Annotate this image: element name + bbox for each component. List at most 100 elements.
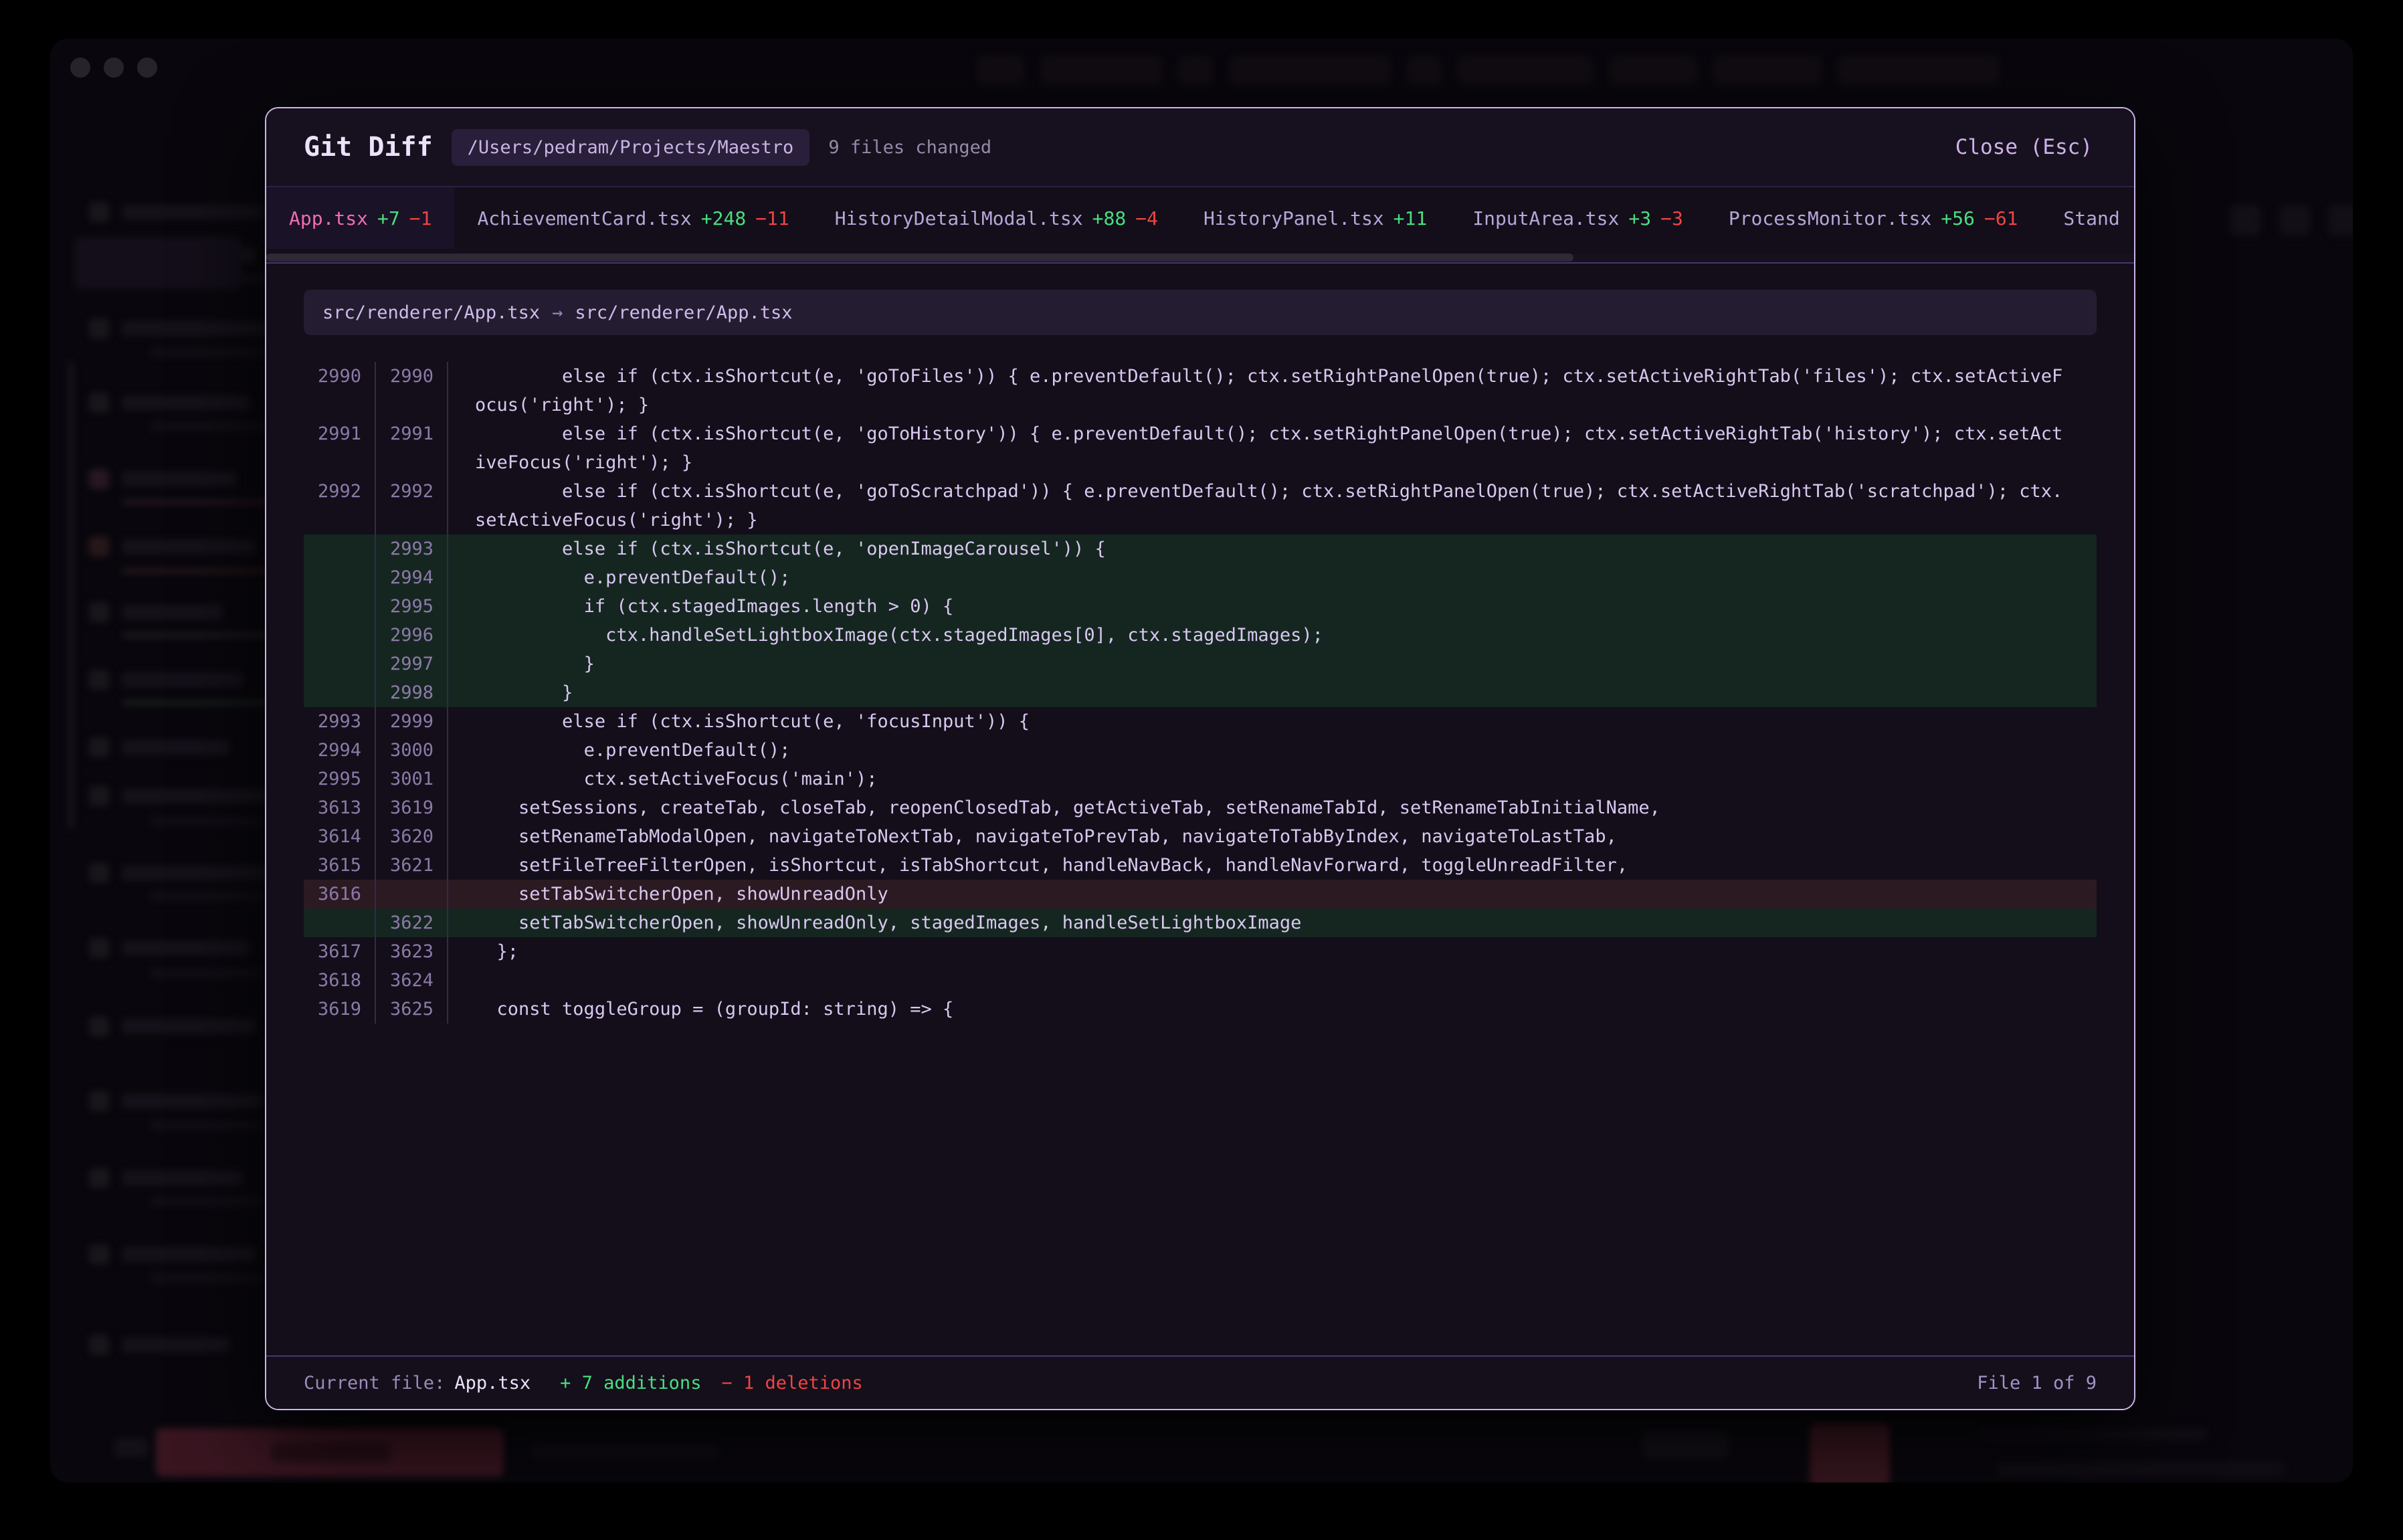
tab-deletions: −1 [409, 207, 432, 229]
old-line-number: 3614 [304, 822, 376, 851]
code-text: setTabSwitcherOpen, showUnreadOnly, stag… [448, 908, 2097, 937]
old-line-number [304, 678, 376, 707]
file-path-to: src/renderer/App.tsx [575, 302, 792, 323]
diff-line: 29902990 else if (ctx.isShortcut(e, 'goT… [304, 362, 2097, 419]
code-text: ctx.setActiveFocus('main'); [448, 765, 2097, 793]
code-text: e.preventDefault(); [448, 563, 2097, 592]
diff-line: 29932999 else if (ctx.isShortcut(e, 'foc… [304, 707, 2097, 736]
old-line-number: 3616 [304, 880, 376, 908]
file-path-header: src/renderer/App.tsx → src/renderer/App.… [304, 290, 2097, 335]
modal-header: Git Diff /Users/pedram/Projects/Maestro … [266, 108, 2134, 187]
diff-file-tab[interactable]: ProcessMonitor.tsx +56 −61 [1706, 187, 2041, 249]
code-text: }; [448, 937, 2097, 966]
tab-file-name: HistoryPanel.tsx [1204, 207, 1384, 229]
current-file-label: Current file: [304, 1373, 445, 1393]
file-tabs-bar: App.tsx+7−1AchievementCard.tsx+248−11His… [266, 187, 2134, 264]
diff-file-tab[interactable]: HistoryDetailModal.tsx+88−4 [812, 187, 1181, 249]
old-line-number [304, 621, 376, 650]
diff-line: 29943000 e.preventDefault(); [304, 736, 2097, 765]
diff-line: 29912991 else if (ctx.isShortcut(e, 'goT… [304, 419, 2097, 477]
tab-file-name: Stand [2063, 207, 2119, 229]
new-line-number: 2991 [376, 419, 448, 477]
new-line-number: 3619 [376, 793, 448, 822]
diff-file-tab[interactable]: AchievementCard.tsx +248 −11 [454, 187, 811, 249]
diff-line: 2993 else if (ctx.isShortcut(e, 'openIma… [304, 535, 2097, 563]
code-text: setRenameTabModalOpen, navigateToNextTab… [448, 822, 2097, 851]
new-line-number: 3621 [376, 851, 448, 880]
old-line-number [304, 563, 376, 592]
tab-file-name: AchievementCard.tsx [477, 207, 691, 229]
diff-file-tab[interactable]: InputArea.tsx+3−3 [1450, 187, 1706, 249]
diff-line: 2995 if (ctx.stagedImages.length > 0) { [304, 592, 2097, 621]
modal-title: Git Diff [304, 132, 433, 163]
tab-file-name: ProcessMonitor.tsx [1729, 207, 1931, 229]
diff-line: 2996 ctx.handleSetLightboxImage(ctx.stag… [304, 621, 2097, 650]
tab-deletions: −11 [755, 207, 789, 229]
code-text: if (ctx.stagedImages.length > 0) { [448, 592, 2097, 621]
diff-line: 29922992 else if (ctx.isShortcut(e, 'goT… [304, 477, 2097, 535]
deletions-count: − 1 deletions [721, 1373, 862, 1393]
files-changed-label: 9 files changed [828, 137, 991, 158]
diff-line: 2997 } [304, 650, 2097, 678]
diff-line: 3616 setTabSwitcherOpen, showUnreadOnly [304, 880, 2097, 908]
old-line-number [304, 650, 376, 678]
new-line-number: 3623 [376, 937, 448, 966]
code-text: setTabSwitcherOpen, showUnreadOnly [448, 880, 2097, 908]
old-line-number: 3613 [304, 793, 376, 822]
current-file-name: App.tsx [454, 1373, 531, 1393]
diff-file-tab[interactable]: App.tsx+7−1 [266, 187, 454, 249]
code-text: else if (ctx.isShortcut(e, 'goToFiles'))… [448, 362, 2097, 419]
old-line-number: 2991 [304, 419, 376, 477]
code-text: } [448, 678, 2097, 707]
code-text: } [448, 650, 2097, 678]
code-text: setSessions, createTab, closeTab, reopen… [448, 793, 2097, 822]
new-line-number: 3620 [376, 822, 448, 851]
diff-line: 36173623 }; [304, 937, 2097, 966]
old-line-number [304, 592, 376, 621]
old-line-number: 3619 [304, 995, 376, 1024]
code-text: e.preventDefault(); [448, 736, 2097, 765]
tab-file-name: InputArea.tsx [1472, 207, 1619, 229]
code-text: ctx.handleSetLightboxImage(ctx.stagedIma… [448, 621, 2097, 650]
new-line-number: 3624 [376, 966, 448, 995]
tab-additions: +56 [1941, 207, 1975, 229]
old-line-number [304, 908, 376, 937]
new-line-number: 2998 [376, 678, 448, 707]
diff-file-tab[interactable]: Stand [2040, 187, 2134, 249]
tab-additions: +7 [377, 207, 400, 229]
diff-line: 2998 } [304, 678, 2097, 707]
tab-deletions: −4 [1135, 207, 1158, 229]
old-line-number: 2995 [304, 765, 376, 793]
tabs-scrollbar-thumb[interactable] [266, 254, 1573, 262]
old-line-number: 2994 [304, 736, 376, 765]
file-path-from: src/renderer/App.tsx [322, 302, 540, 323]
tab-additions: +88 [1092, 207, 1127, 229]
diff-lines: 29902990 else if (ctx.isShortcut(e, 'goT… [304, 362, 2097, 1024]
code-text: else if (ctx.isShortcut(e, 'goToScratchp… [448, 477, 2097, 535]
repo-path-badge: /Users/pedram/Projects/Maestro [452, 129, 810, 166]
new-line-number: 2995 [376, 592, 448, 621]
code-text: else if (ctx.isShortcut(e, 'goToHistory'… [448, 419, 2097, 477]
diff-content: src/renderer/App.tsx → src/renderer/App.… [266, 264, 2134, 1355]
tabs-scrollbar-track[interactable] [266, 254, 2134, 262]
new-line-number: 3625 [376, 995, 448, 1024]
diff-line: 2994 e.preventDefault(); [304, 563, 2097, 592]
close-button[interactable]: Close (Esc) [1951, 134, 2097, 160]
tab-additions: +248 [701, 207, 746, 229]
new-line-number: 2990 [376, 362, 448, 419]
diff-line: 36153621 setFileTreeFilterOpen, isShortc… [304, 851, 2097, 880]
old-line-number: 3618 [304, 966, 376, 995]
old-line-number: 2993 [304, 707, 376, 736]
diff-line: 36133619 setSessions, createTab, closeTa… [304, 793, 2097, 822]
new-line-number: 2996 [376, 621, 448, 650]
app-window: Git Diff /Users/pedram/Projects/Maestro … [50, 39, 2353, 1482]
new-line-number: 2997 [376, 650, 448, 678]
code-text: setFileTreeFilterOpen, isShortcut, isTab… [448, 851, 2097, 880]
diff-line: 36143620 setRenameTabModalOpen, navigate… [304, 822, 2097, 851]
git-diff-modal: Git Diff /Users/pedram/Projects/Maestro … [265, 107, 2135, 1410]
new-line-number: 3622 [376, 908, 448, 937]
new-line-number: 2993 [376, 535, 448, 563]
diff-file-tab[interactable]: HistoryPanel.tsx+11 [1181, 187, 1450, 249]
tab-deletions: −61 [1984, 207, 2018, 229]
old-line-number: 3617 [304, 937, 376, 966]
